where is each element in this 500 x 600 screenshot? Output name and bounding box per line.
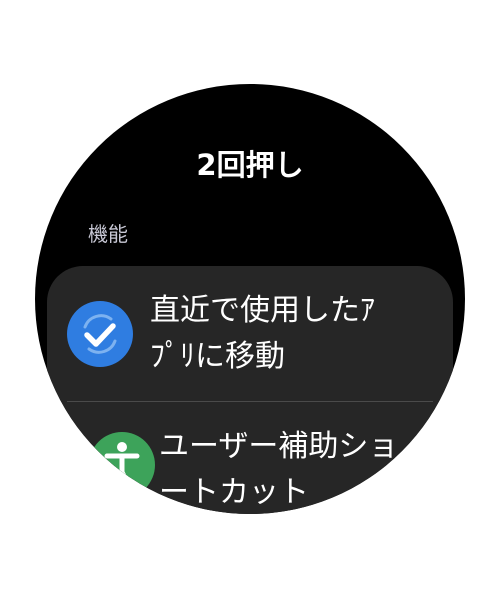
option-accessibility-shortcut[interactable]: ユーザー補助ショートカット: [47, 402, 453, 514]
recent-apps-check-icon: [67, 301, 133, 367]
watch-screen: 2回押し 機能 直近で使用したｱﾌﾟﾘに移動 ユーザー補助ショートカット: [35, 84, 465, 514]
option-recent-apps-label: 直近で使用したｱﾌﾟﾘに移動: [150, 293, 375, 374]
section-label: 機能: [88, 222, 128, 246]
option-recent-apps[interactable]: 直近で使用したｱﾌﾟﾘに移動: [47, 266, 453, 401]
page-title: 2回押し: [196, 148, 304, 182]
options-card: 直近で使用したｱﾌﾟﾘに移動 ユーザー補助ショートカット: [47, 266, 453, 514]
option-accessibility-label: ユーザー補助ショートカット: [159, 429, 399, 510]
accessibility-icon: [89, 432, 155, 498]
